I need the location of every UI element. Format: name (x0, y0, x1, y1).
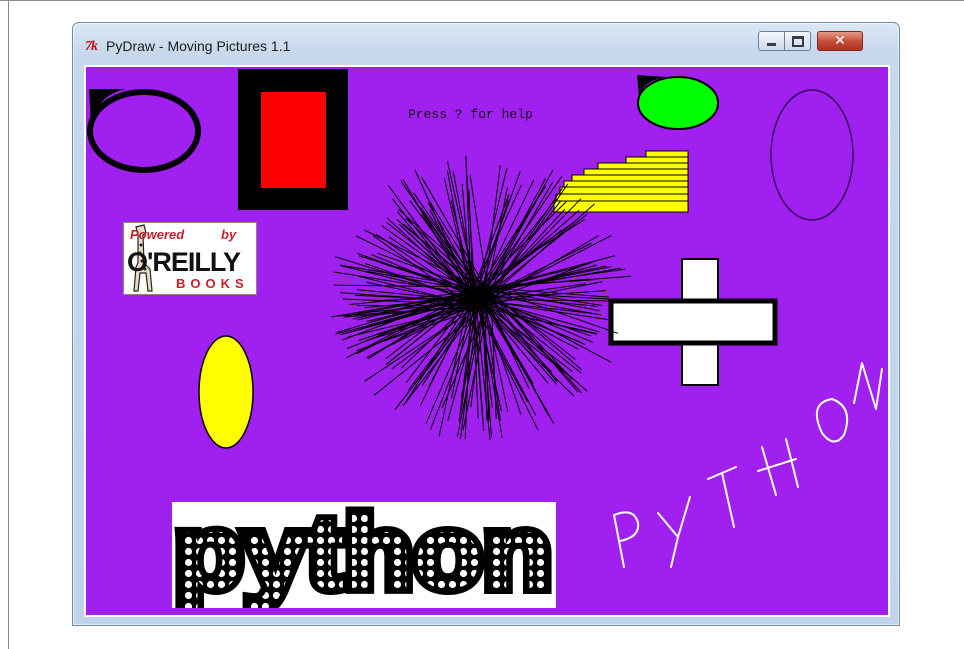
window-title: PyDraw - Moving Pictures 1.1 (106, 38, 291, 54)
cross-horizontal-bar (608, 298, 778, 346)
handwritten-letter-p (613, 511, 640, 568)
python-logo-art: python python (172, 502, 556, 608)
tk-feather-icon: 7k (85, 39, 98, 54)
close-button[interactable]: ✕ (817, 31, 863, 51)
black-outline-oval (87, 89, 201, 173)
drawing-canvas[interactable]: Press ? for help Powered by O'REILLY BOO… (86, 67, 888, 615)
canvas-frame: Press ? for help Powered by O'REILLY BOO… (84, 65, 890, 617)
green-oval (637, 76, 719, 130)
pydraw-window: 7k PyDraw - Moving Pictures 1.1 ✕ Press … (72, 22, 900, 626)
handwritten-letter-h (757, 438, 799, 496)
python-logo-text: python (174, 502, 552, 608)
title-bar[interactable]: 7k PyDraw - Moving Pictures 1.1 ✕ (73, 23, 899, 61)
handwritten-letter-n (853, 362, 883, 410)
burst-line (486, 302, 588, 392)
close-icon: ✕ (834, 33, 846, 49)
yellow-oval (198, 335, 254, 449)
thin-outline-oval (770, 89, 854, 221)
handwritten-letter-t (707, 466, 737, 528)
oreilly-by-text: by (221, 227, 237, 242)
oreilly-name-text: O'REILLY (127, 247, 241, 277)
burst-line (471, 214, 544, 307)
burst-line (356, 304, 481, 307)
maximize-icon (791, 35, 804, 47)
oreilly-books-text: BOOKS (176, 276, 249, 291)
red-rectangle (261, 92, 326, 188)
minimize-button[interactable] (758, 31, 785, 51)
python-logo: python python (172, 502, 556, 608)
oreilly-powered-text: Powered (130, 227, 185, 242)
handwritten-letter-y (657, 496, 691, 568)
help-hint: Press ? for help (408, 107, 533, 122)
handwritten-letter-o (815, 398, 848, 443)
minimize-icon (767, 42, 776, 46)
oreilly-badge: Powered by O'REILLY BOOKS (123, 222, 257, 295)
yellow-staircase (553, 150, 689, 213)
page-top-rule (0, 0, 964, 1)
maximize-button[interactable] (784, 31, 811, 51)
handwritten-python (613, 362, 883, 568)
page-left-rule (8, 0, 9, 649)
